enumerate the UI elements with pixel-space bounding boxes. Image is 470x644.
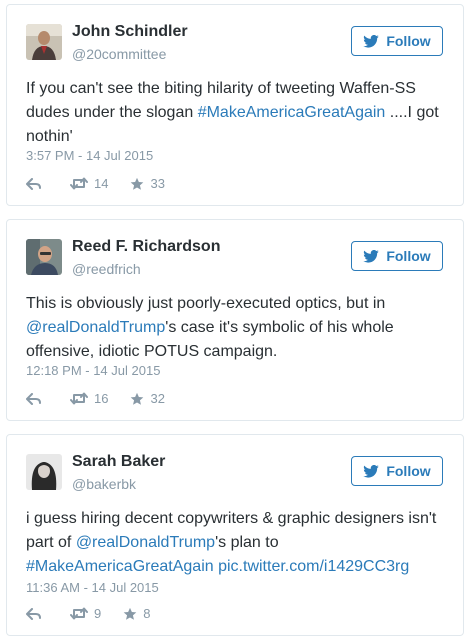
- follow-button[interactable]: Follow: [351, 456, 443, 486]
- retweet-count: 9: [94, 606, 102, 621]
- follow-label: Follow: [386, 248, 431, 264]
- tweet-actions: 14 33: [26, 176, 187, 191]
- follow-button[interactable]: Follow: [351, 26, 443, 56]
- hashtag-link[interactable]: #MakeAmericaGreatAgain: [26, 558, 214, 575]
- retweet-icon: [70, 392, 88, 405]
- twitter-bird-icon: [363, 249, 380, 263]
- like-button[interactable]: 32: [130, 391, 165, 406]
- pic-link[interactable]: pic.twitter.com/i1429CC3rg: [218, 558, 409, 575]
- retweet-icon: [70, 607, 88, 620]
- timestamp[interactable]: 11:36 AM - 14 Jul 2015: [26, 580, 159, 595]
- star-icon: [123, 607, 137, 620]
- reply-button[interactable]: [26, 392, 42, 405]
- follow-label: Follow: [386, 463, 431, 479]
- author-handle[interactable]: @bakerbk: [72, 476, 136, 492]
- star-icon: [131, 392, 144, 405]
- tweet-actions: 9 8: [26, 606, 172, 621]
- twitter-bird-icon: [363, 34, 380, 48]
- retweet-count: 16: [94, 391, 109, 406]
- avatar[interactable]: [26, 24, 62, 60]
- timestamp[interactable]: 12:18 PM - 14 Jul 2015: [26, 363, 160, 378]
- tweet-actions: 16 32: [26, 391, 187, 406]
- tweet-card: Reed F. Richardson @reedfrich Follow Thi…: [6, 219, 464, 421]
- tweet-text: i guess hiring decent copywriters & grap…: [26, 510, 437, 575]
- follow-button[interactable]: Follow: [351, 241, 443, 271]
- mention-link[interactable]: @realDonaldTrump: [76, 534, 215, 551]
- author-handle[interactable]: @reedfrich: [72, 261, 141, 277]
- avatar-photo-icon: [26, 239, 62, 275]
- author-name[interactable]: Reed F. Richardson: [72, 238, 220, 256]
- mention-link[interactable]: @realDonaldTrump: [26, 319, 165, 336]
- tweet-card: John Schindler @20committee Follow If yo…: [6, 4, 464, 206]
- author-name[interactable]: Sarah Baker: [72, 453, 165, 471]
- tweet-text: This is obviously just poorly-executed o…: [26, 295, 394, 360]
- retweet-icon: [70, 177, 88, 190]
- like-count: 32: [150, 391, 165, 406]
- avatar-photo-icon: [26, 454, 62, 490]
- retweet-button[interactable]: 14: [70, 176, 108, 191]
- avatar[interactable]: [26, 454, 62, 490]
- avatar[interactable]: [26, 239, 62, 275]
- like-button[interactable]: 8: [123, 606, 150, 621]
- author-name[interactable]: John Schindler: [72, 23, 188, 41]
- like-count: 33: [150, 176, 165, 191]
- tweet-card: Sarah Baker @bakerbk Follow i guess hiri…: [6, 434, 464, 636]
- reply-icon: [26, 392, 41, 405]
- timestamp[interactable]: 3:57 PM - 14 Jul 2015: [26, 148, 153, 163]
- reply-icon: [26, 177, 41, 190]
- reply-button[interactable]: [26, 177, 42, 190]
- retweet-button[interactable]: 16: [70, 391, 108, 406]
- twitter-bird-icon: [363, 464, 380, 478]
- reply-button[interactable]: [26, 607, 42, 620]
- like-count: 8: [143, 606, 151, 621]
- like-button[interactable]: 33: [130, 176, 165, 191]
- retweet-button[interactable]: 9: [70, 606, 101, 621]
- reply-icon: [26, 607, 41, 620]
- tweet-text: If you can't see the biting hilarity of …: [26, 80, 439, 145]
- star-icon: [131, 177, 144, 190]
- author-handle[interactable]: @20committee: [72, 46, 166, 62]
- avatar-photo-icon: [26, 24, 62, 60]
- hashtag-link[interactable]: #MakeAmericaGreatAgain: [198, 104, 386, 121]
- follow-label: Follow: [386, 33, 431, 49]
- retweet-count: 14: [94, 176, 109, 191]
